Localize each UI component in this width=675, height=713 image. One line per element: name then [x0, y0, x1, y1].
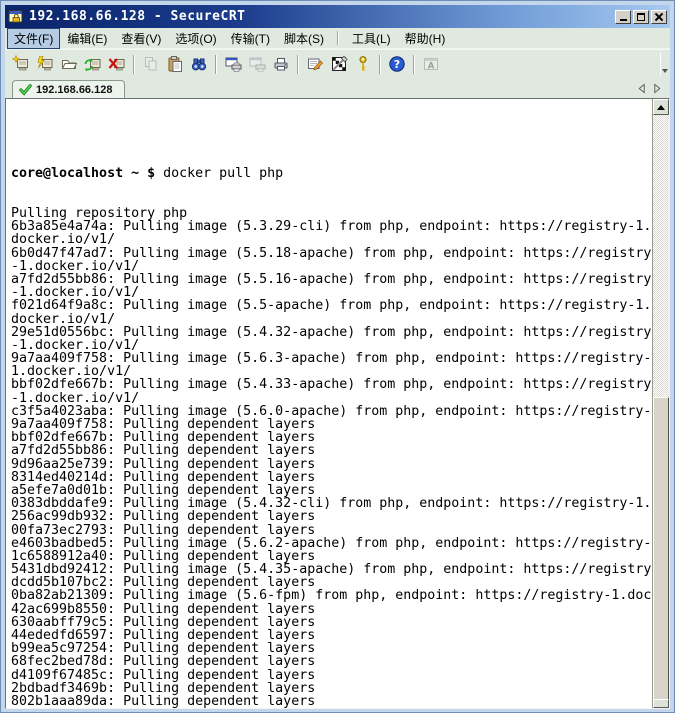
menu-item[interactable]: 工具(L) [345, 28, 398, 49]
menu-item[interactable]: 编辑(E) [60, 28, 114, 49]
session-options-icon [306, 55, 324, 73]
print-button[interactable] [269, 53, 293, 76]
toolbar-separator [215, 55, 217, 74]
minimize-icon [620, 19, 627, 21]
close-icon [654, 12, 664, 22]
terminal-line: d4109f67485c: Pulling dependent layers [11, 669, 652, 682]
print-icon [272, 55, 290, 73]
svg-text:A: A [428, 62, 435, 72]
svg-text:?: ? [394, 58, 400, 71]
help-icon: ? [388, 55, 406, 73]
session-options-button[interactable] [303, 53, 327, 76]
terminal-line: 29e51d0556bc: Pulling image (5.4.32-apac… [11, 326, 652, 339]
typed-command: docker pull php [163, 166, 283, 181]
new-session-button[interactable] [9, 53, 33, 76]
key-icon [354, 55, 372, 73]
securecrt-app-icon [8, 9, 24, 25]
global-options-button[interactable] [327, 53, 351, 76]
menu-item[interactable]: 选项(O) [168, 28, 223, 49]
title-bar[interactable]: 192.168.66.128 - SecureCRT [5, 5, 670, 28]
toolbar-separator [297, 55, 299, 74]
window-a-icon: A [422, 55, 440, 73]
menu-item[interactable]: 帮助(H) [398, 28, 453, 49]
help-button[interactable]: ? [385, 53, 409, 76]
scroll-up-arrow-icon [657, 105, 665, 110]
find-button[interactable] [187, 53, 211, 76]
terminal-line: a7fd2d55bb86: Pulling dependent layers [11, 444, 652, 457]
terminal-line: 68fec2bed78d: Pulling dependent layers [11, 655, 652, 668]
find-icon [190, 55, 208, 73]
minimize-button[interactable] [615, 10, 631, 24]
print-selection-button[interactable] [245, 53, 269, 76]
window-font-button[interactable]: A [419, 53, 443, 76]
terminal-line: docker.io/v1/ [11, 233, 652, 246]
terminal-lines: Pulling repository php6b3a85e4a74a: Pull… [11, 207, 652, 708]
securecrt-window: 192.168.66.128 - SecureCRT 文件(F)编辑(E)查看(… [0, 0, 675, 713]
terminal-line: 256ac99db932: Pulling dependent layers [11, 510, 652, 523]
terminal-output: core@localhost ~ $ docker pull php Pullin… [6, 99, 652, 708]
toolbar-separator [133, 55, 135, 74]
terminal-line: f021d64f9a8c: Pulling image (5.5-apache)… [11, 299, 652, 312]
menu-item[interactable]: 文件(F) [7, 28, 60, 49]
terminal-area[interactable]: core@localhost ~ $ docker pull php Pullin… [5, 98, 670, 709]
terminal-line: 0ba82ab21309: Pulling image (5.6-fpm) fr… [11, 589, 652, 602]
terminal-line: 2bdbadf3469b: Pulling dependent layers [11, 682, 652, 695]
terminal-line: bbf02dfe667b: Pulling image (5.4.33-apac… [11, 378, 652, 391]
reconnect-icon [84, 55, 102, 73]
copy-button[interactable] [139, 53, 163, 76]
terminal-line: -1.docker.io/v1/ [11, 260, 652, 273]
connect-in-tab-icon [60, 55, 78, 73]
print-screen-button[interactable] [221, 53, 245, 76]
connect-button[interactable] [33, 53, 57, 76]
toolbar-separator [379, 55, 381, 74]
connect-icon [36, 55, 54, 73]
tab-bar: 192.168.66.128 [5, 78, 670, 98]
terminal-scrollbar[interactable] [652, 99, 669, 708]
menu-bar: 文件(F)编辑(E)查看(V)选项(O)传输(T)脚本(S) 工具(L)帮助(H) [5, 28, 670, 49]
tab-scroll-left-icon[interactable] [637, 83, 646, 94]
shell-prompt: core@localhost ~ $ [11, 166, 155, 181]
menu-item[interactable]: 传输(T) [224, 28, 277, 49]
terminal-line: 802b1aaa89da: Pulling dependent layers [11, 695, 652, 708]
terminal-prompt-line: core@localhost ~ $ docker pull php [11, 167, 652, 180]
global-options-icon [330, 55, 348, 73]
disconnect-button[interactable] [105, 53, 129, 76]
menu-item[interactable]: 脚本(S) [277, 28, 331, 49]
paste-icon [166, 55, 184, 73]
connected-check-icon [19, 83, 32, 96]
scroll-up-button[interactable] [653, 99, 669, 115]
terminal-line: -1.docker.io/v1/ [11, 392, 652, 405]
terminal-line: 42ac699b8550: Pulling dependent layers [11, 603, 652, 616]
terminal-line: 6b0d47f47ad7: Pulling image (5.5.18-apac… [11, 247, 652, 260]
close-button[interactable] [651, 10, 667, 24]
terminal-line: 9d96aa25e739: Pulling dependent layers [11, 458, 652, 471]
paste-button[interactable] [163, 53, 187, 76]
disconnect-icon [108, 55, 126, 73]
tab-session[interactable]: 192.168.66.128 [12, 80, 125, 98]
tab-scroll-right-icon[interactable] [653, 83, 662, 94]
terminal-line: docker.io/v1/ [11, 313, 652, 326]
new-session-icon [12, 55, 30, 73]
tab-label: 192.168.66.128 [36, 84, 112, 96]
terminal-line: e4603badbed5: Pulling image (5.6.2-apach… [11, 537, 652, 550]
terminal-line: 00fa73ec2793: Pulling dependent layers [11, 524, 652, 537]
window-title: 192.168.66.128 - SecureCRT [29, 9, 246, 24]
maximize-icon [637, 13, 645, 21]
scrollbar-thumb[interactable] [653, 397, 669, 702]
reconnect-button[interactable] [81, 53, 105, 76]
menu-separator [337, 31, 339, 45]
terminal-line: 8314ed40214d: Pulling dependent layers [11, 471, 652, 484]
print-screen-icon [224, 55, 242, 73]
menu-item[interactable]: 查看(V) [114, 28, 168, 49]
toolbar-separator [413, 55, 415, 74]
maximize-button[interactable] [633, 10, 649, 24]
connect-in-tab-button[interactable] [57, 53, 81, 76]
copy-icon [142, 55, 160, 73]
keymap-editor-button[interactable] [351, 53, 375, 76]
print-selection-icon [248, 55, 266, 73]
toolbar-overflow-chevron[interactable] [660, 53, 669, 75]
toolbar: ? A [5, 49, 670, 78]
scroll-down-button[interactable] [653, 699, 669, 708]
